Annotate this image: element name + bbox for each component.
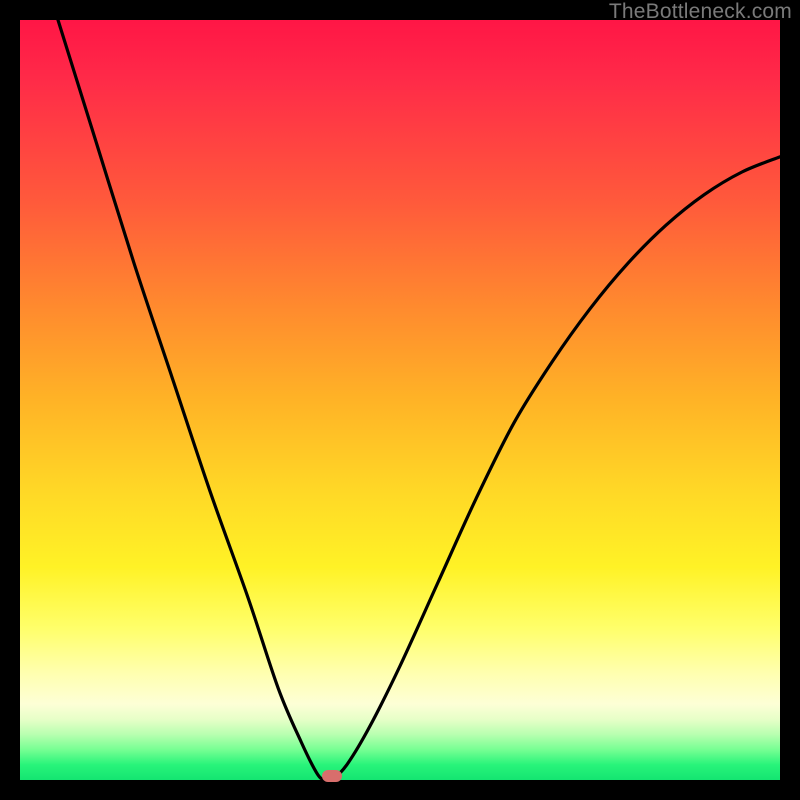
plot-area (20, 20, 780, 780)
curve-path (20, 20, 780, 780)
chart-frame: TheBottleneck.com (0, 0, 800, 800)
optimal-point-marker (322, 770, 342, 782)
watermark-text: TheBottleneck.com (609, 0, 792, 24)
bottleneck-curve (20, 20, 780, 780)
